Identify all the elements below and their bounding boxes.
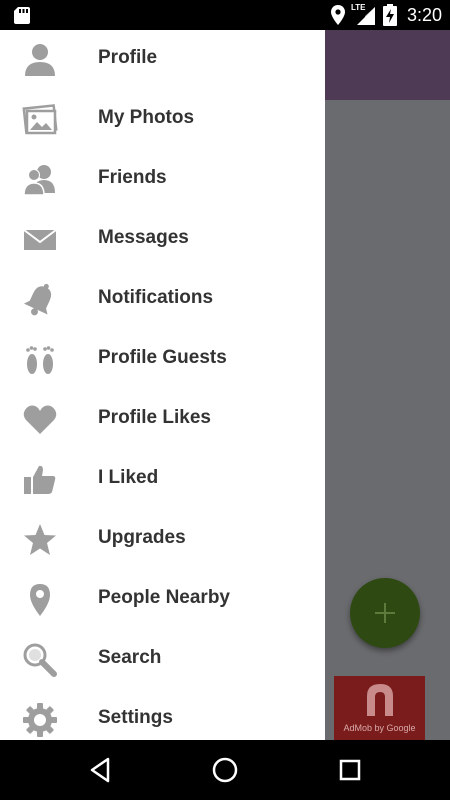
menu-item-messages[interactable]: Messages (0, 210, 325, 270)
menu-item-profile[interactable]: Profile (0, 30, 325, 90)
menu-item-search[interactable]: Search (0, 630, 325, 690)
home-icon (212, 757, 238, 783)
menu-item-i-liked[interactable]: I Liked (0, 450, 325, 510)
menu-item-label: Profile Guests (98, 347, 227, 368)
envelope-icon (22, 222, 58, 258)
back-button[interactable] (86, 755, 116, 785)
navigation-drawer: Profile My Photos Friends Messages Notif… (0, 30, 325, 740)
sd-card-icon (14, 7, 30, 24)
clock: 3:20 (406, 4, 442, 25)
friends-icon (22, 162, 58, 198)
signal-icon: LTE (351, 3, 377, 25)
admob-logo-icon (367, 684, 393, 716)
bell-icon (22, 282, 58, 318)
home-button[interactable] (210, 755, 240, 785)
ad-label: AdMob by Google (343, 723, 416, 733)
star-icon (22, 522, 58, 558)
gear-icon (22, 702, 58, 738)
menu-item-label: Friends (98, 167, 167, 188)
menu-item-label: Profile (98, 47, 158, 68)
location-icon (330, 5, 345, 25)
add-button[interactable] (350, 578, 420, 648)
menu-item-label: Messages (98, 227, 189, 248)
plus-icon (375, 603, 395, 623)
map-pin-icon (22, 582, 58, 618)
heart-icon (22, 402, 58, 438)
menu-item-label: I Liked (98, 467, 159, 488)
menu-item-people-nearby[interactable]: People Nearby (0, 570, 325, 630)
menu-item-profile-guests[interactable]: Profile Guests (0, 330, 325, 390)
menu-item-label: My Photos (98, 107, 195, 128)
recents-icon (339, 759, 361, 781)
footprints-icon (22, 342, 58, 378)
recents-button[interactable] (335, 755, 365, 785)
menu-item-upgrades[interactable]: Upgrades (0, 510, 325, 570)
ad-banner[interactable]: AdMob by Google (334, 676, 425, 740)
person-icon (22, 42, 58, 78)
battery-charging-icon (382, 4, 397, 26)
menu-item-label: Notifications (98, 287, 214, 308)
menu-item-profile-likes[interactable]: Profile Likes (0, 390, 325, 450)
menu-item-label: People Nearby (98, 587, 230, 608)
menu-item-label: Settings (98, 707, 173, 728)
menu-item-my-photos[interactable]: My Photos (0, 90, 325, 150)
status-bar: LTE 3:20 (0, 0, 450, 30)
thumbs-up-icon (22, 462, 58, 498)
photos-icon (22, 102, 58, 138)
menu-item-label: Search (98, 647, 162, 668)
menu-item-label: Profile Likes (98, 407, 211, 428)
menu-item-settings[interactable]: Settings (0, 690, 325, 740)
search-icon (22, 642, 58, 678)
menu-item-label: Upgrades (98, 527, 186, 548)
system-navigation-bar (0, 740, 450, 800)
menu-item-friends[interactable]: Friends (0, 150, 325, 210)
back-icon (90, 757, 110, 783)
menu-item-notifications[interactable]: Notifications (0, 270, 325, 330)
